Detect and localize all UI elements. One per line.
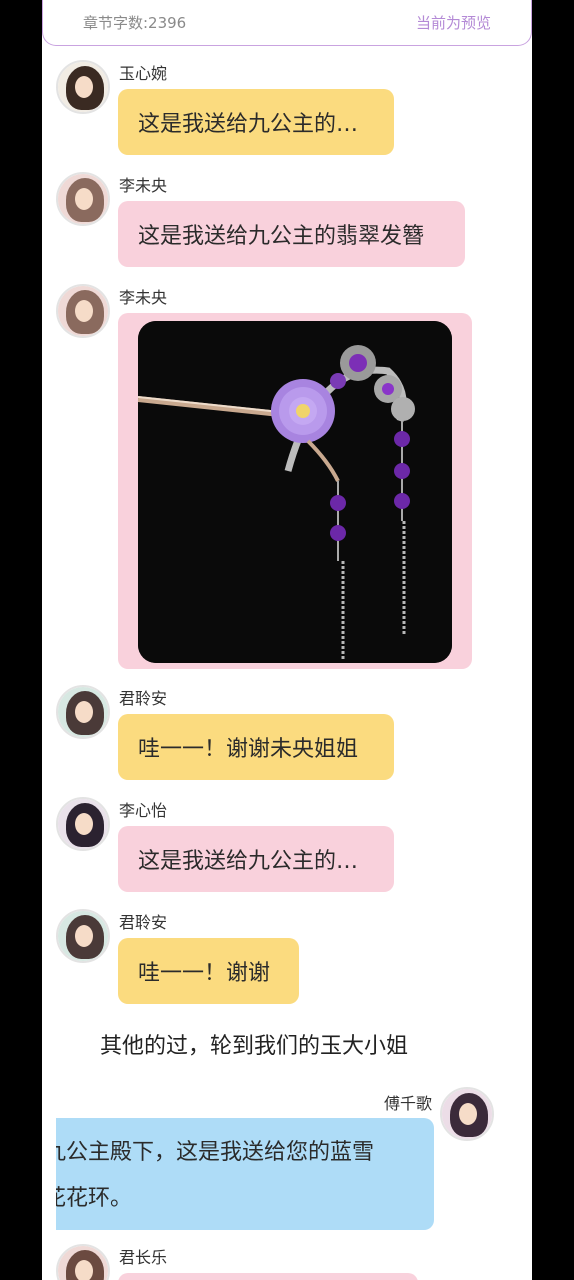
message-bubble[interactable]: [118, 1273, 418, 1280]
message-line: 花花环。: [56, 1186, 133, 1211]
sender-name: 傅千歌: [383, 1094, 432, 1113]
avatar[interactable]: [56, 1244, 110, 1280]
message-line: 九公主殿下，这是我送给您的蓝雪: [56, 1140, 375, 1165]
message-bubble[interactable]: 哇一一！谢谢: [118, 938, 299, 1004]
chat-preview-page: 章节字数:2396 当前为预览 玉心婉 这是我送给九公主的… 李未央 这是我送给…: [42, 0, 532, 1280]
sender-name: 君聆安: [119, 913, 168, 932]
avatar[interactable]: [56, 284, 110, 338]
preview-mode-label[interactable]: 当前为预览: [416, 12, 491, 33]
purple-flower-hairpin-image[interactable]: [138, 321, 452, 663]
sender-name: 李心怡: [119, 801, 168, 820]
message-bubble[interactable]: 哇一一！谢谢未央姐姐: [118, 714, 394, 780]
avatar[interactable]: [56, 172, 110, 226]
sender-name: 君聆安: [119, 689, 168, 708]
message-bubble[interactable]: 这是我送给九公主的…: [118, 826, 394, 892]
message-bubble[interactable]: 这是我送给九公主的翡翠发簪: [118, 201, 465, 267]
avatar[interactable]: [56, 909, 110, 963]
sender-name: 君长乐: [119, 1248, 168, 1267]
narration-text: 其他的过，轮到我们的玉大小姐: [100, 1034, 409, 1059]
image-message-bubble[interactable]: [118, 313, 472, 669]
message-bubble[interactable]: 这是我送给九公主的…: [118, 89, 394, 155]
sender-name: 李未央: [119, 176, 168, 195]
sender-name: 李未央: [119, 288, 168, 307]
avatar[interactable]: [56, 685, 110, 739]
avatar[interactable]: [56, 797, 110, 851]
sender-name: 玉心婉: [119, 64, 168, 83]
chapter-word-count: 章节字数:2396: [83, 14, 187, 32]
avatar[interactable]: [440, 1087, 494, 1141]
chapter-info-header: 章节字数:2396 当前为预览: [42, 0, 532, 46]
avatar[interactable]: [56, 60, 110, 114]
message-bubble[interactable]: 九公主殿下，这是我送给您的蓝雪 花花环。: [56, 1118, 434, 1230]
